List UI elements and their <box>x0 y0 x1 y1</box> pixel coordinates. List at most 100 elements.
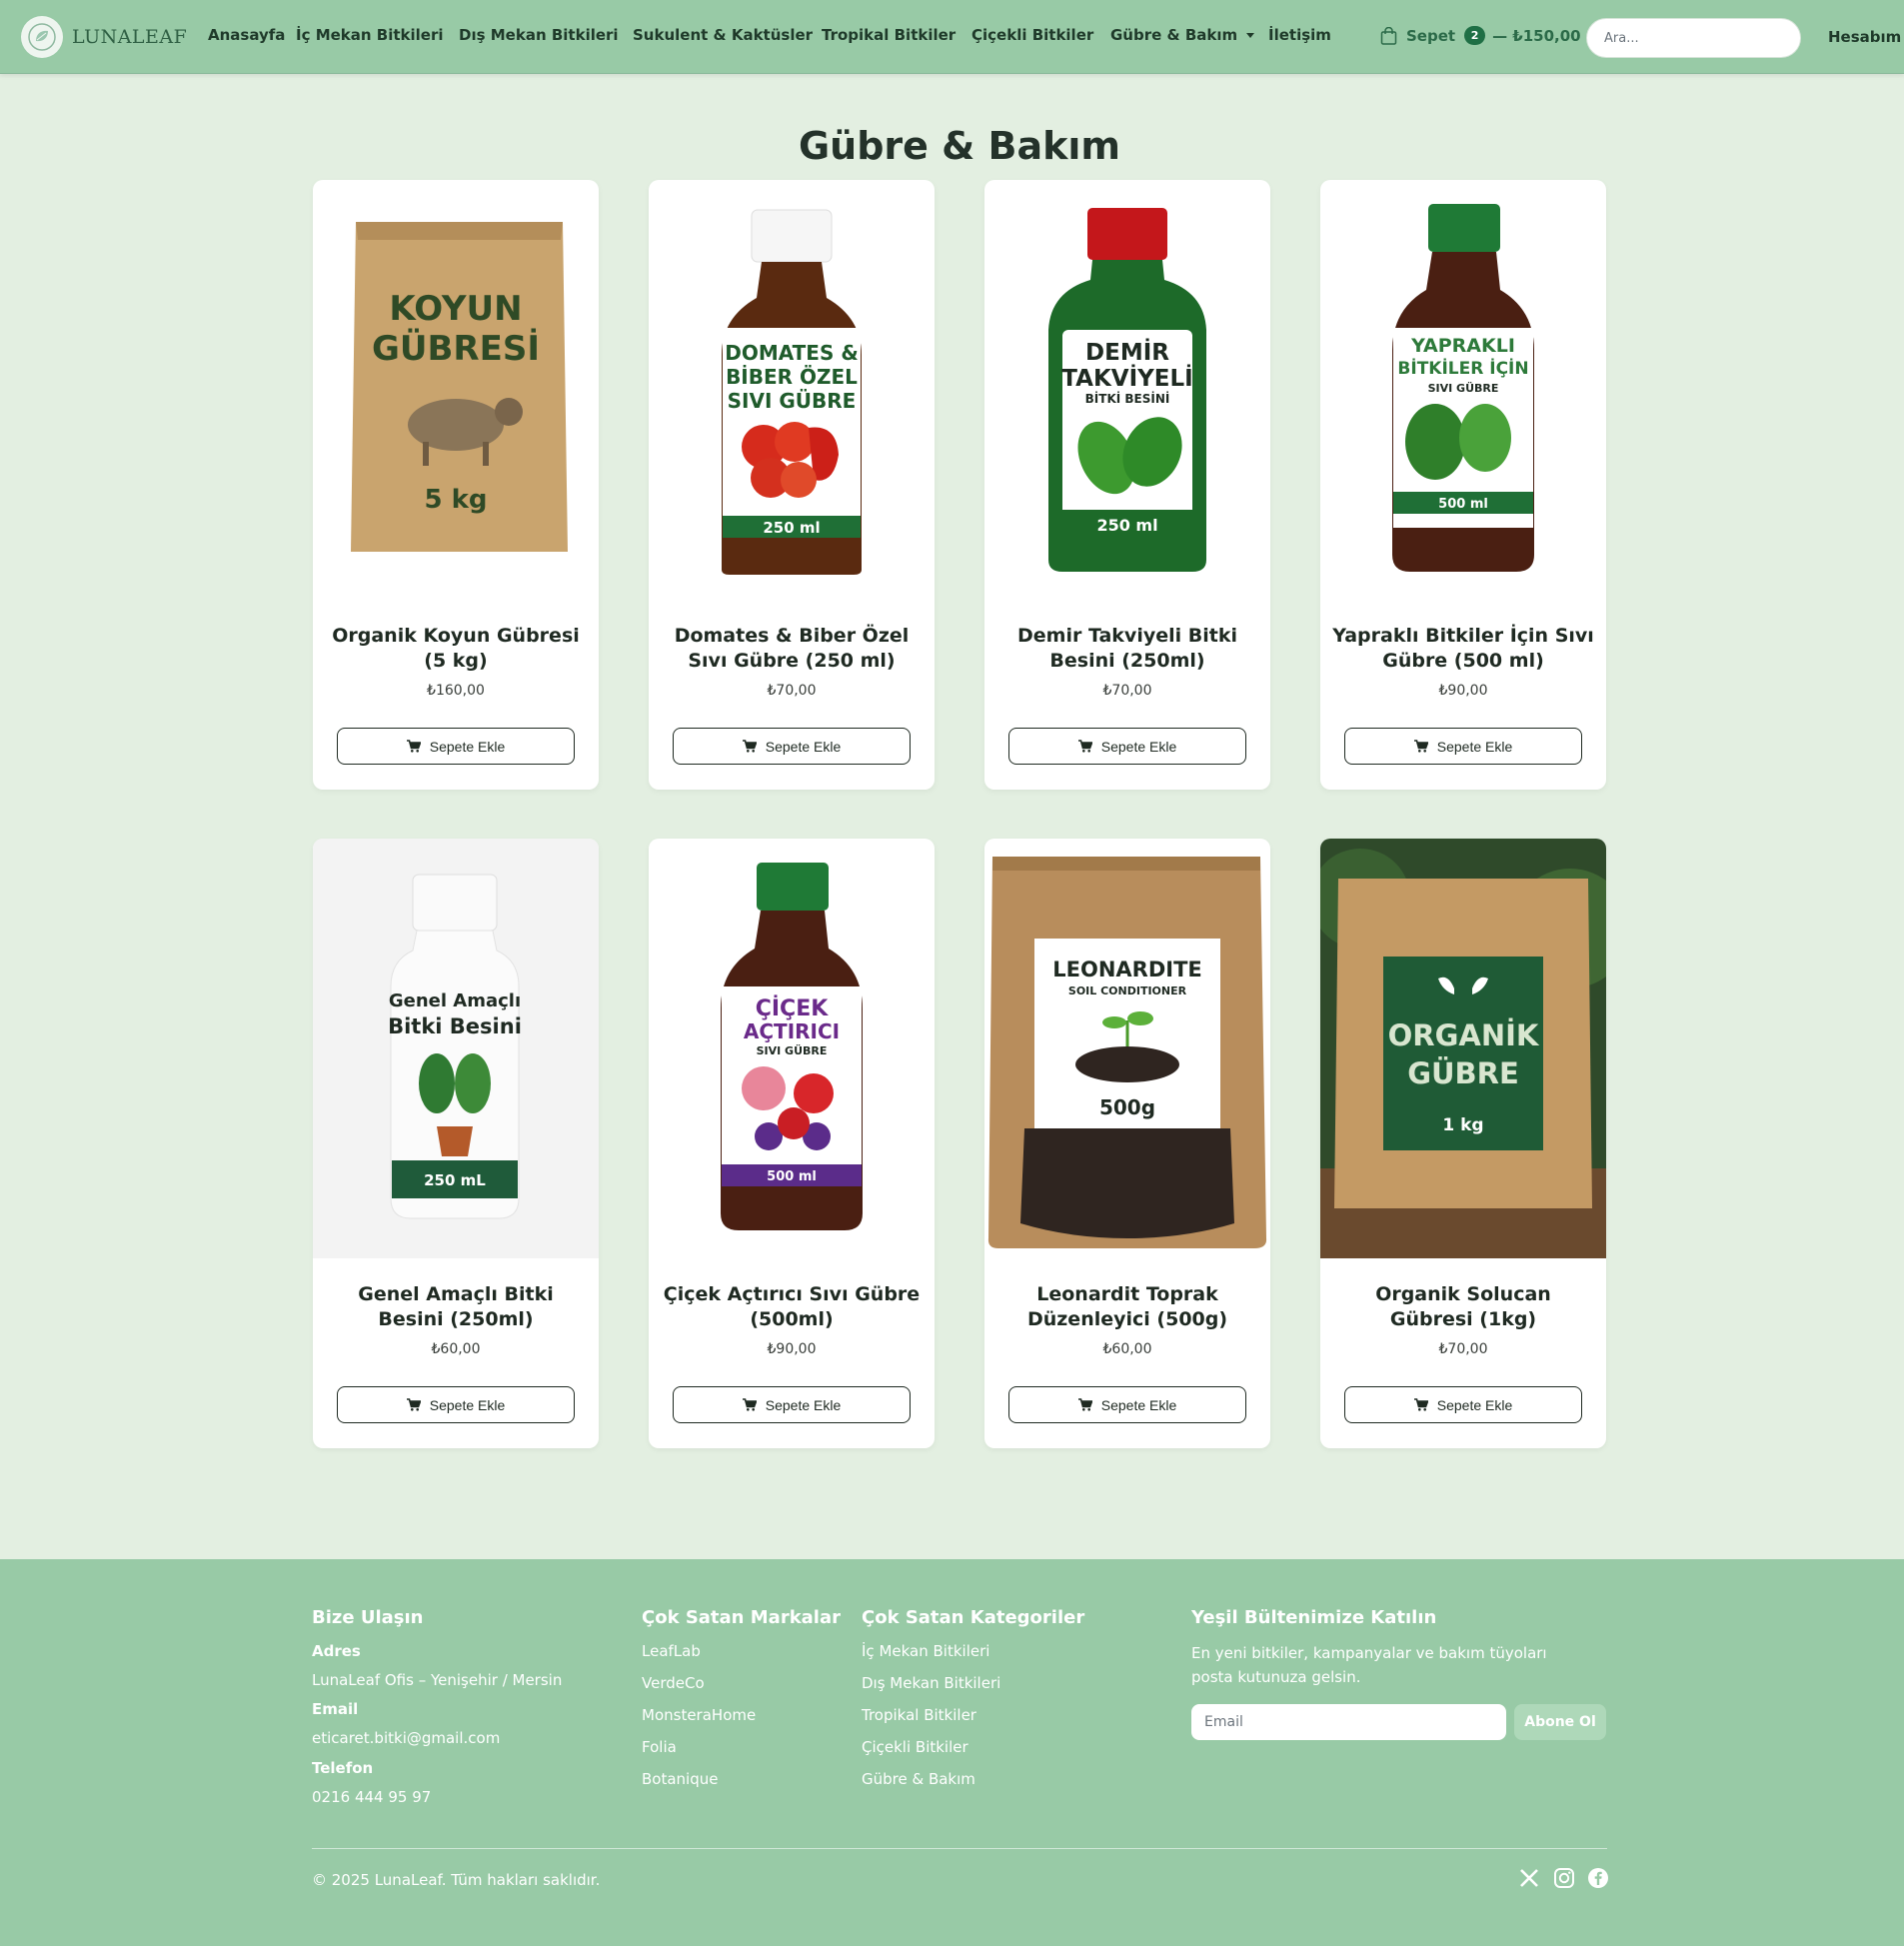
cart-button[interactable]: Sepet 2 — ₺150,00 <box>1380 26 1581 45</box>
brand-logo-link[interactable]: LUNALEAF <box>21 16 187 58</box>
cart-icon <box>1077 1398 1092 1411</box>
newsletter-email-input[interactable] <box>1191 1704 1506 1740</box>
product-image-title-1: LEONARDITE <box>1052 958 1202 981</box>
instagram-icon[interactable] <box>1553 1867 1575 1889</box>
footer-category-link[interactable]: Gübre & Bakım <box>862 1770 975 1788</box>
product-price: ₺90,00 <box>1438 683 1488 699</box>
product-image-title-1: DOMATES & <box>725 341 859 365</box>
add-to-cart-button[interactable]: Sepete Ekle <box>673 728 911 765</box>
add-to-cart-label: Sepete Ekle <box>765 1396 842 1413</box>
add-to-cart-button[interactable]: Sepete Ekle <box>673 1386 911 1423</box>
product-image-title-2: SOIL CONDITIONER <box>1068 984 1187 997</box>
cart-icon <box>1413 1398 1428 1411</box>
cart-icon <box>406 1398 421 1411</box>
add-to-cart-button[interactable]: Sepete Ekle <box>1344 728 1582 765</box>
product-name[interactable]: Organik Koyun Gübresi (5 kg) <box>325 624 587 674</box>
product-image-title-3: SIVI GÜBRE <box>1428 381 1499 395</box>
footer-category-link[interactable]: Çiçekli Bitkiler <box>862 1738 968 1756</box>
nav-outdoor-plants[interactable]: Dış Mekan Bitkileri <box>459 26 619 44</box>
product-name[interactable]: Leonardit Toprak Düzenleyici (500g) <box>996 1282 1258 1332</box>
cart-count-badge: 2 <box>1464 26 1486 45</box>
product-price: ₺60,00 <box>1102 1341 1152 1357</box>
add-to-cart-button[interactable]: Sepete Ekle <box>337 728 575 765</box>
footer-category-link[interactable]: İç Mekan Bitkileri <box>862 1642 989 1660</box>
footer-brand-link[interactable]: LeafLab <box>642 1642 701 1660</box>
footer-address: LunaLeaf Ofis – Yenişehir / Mersin <box>312 1671 563 1689</box>
search-input[interactable] <box>1586 18 1801 58</box>
product-image[interactable]: LEONARDITE SOIL CONDITIONER 500g <box>984 839 1270 1258</box>
cart-icon <box>742 1398 757 1411</box>
product-image-volume: 500 ml <box>1438 497 1488 512</box>
cart-total: — ₺150,00 <box>1492 26 1581 45</box>
product-card[interactable]: ÇİÇEK AÇTIRICI SIVI GÜBRE 500 ml Çiçek A… <box>649 839 935 1448</box>
cart-icon <box>406 740 421 753</box>
footer-category-link[interactable]: Tropikal Bitkiler <box>862 1706 976 1724</box>
product-image-volume: 500 ml <box>767 1169 817 1184</box>
add-to-cart-label: Sepete Ekle <box>1100 738 1177 755</box>
product-name[interactable]: Domates & Biber Özel Sıvı Gübre (250 ml) <box>661 624 923 674</box>
footer-brand-link[interactable]: Folia <box>642 1738 677 1756</box>
product-image-title-3: SIVI GÜBRE <box>757 1043 828 1057</box>
footer-address-label: Adres <box>312 1642 361 1660</box>
product-image-weight: 500g <box>1099 1095 1155 1119</box>
product-card[interactable]: YAPRAKLI BİTKİLER İÇİN SIVI GÜBRE 500 ml… <box>1320 180 1606 790</box>
x-twitter-icon[interactable] <box>1518 1867 1540 1889</box>
facebook-icon[interactable] <box>1587 1867 1609 1889</box>
product-image-title-3: SIVI GÜBRE <box>728 389 857 413</box>
footer-email-label: Email <box>312 1700 359 1718</box>
product-image[interactable]: Genel Amaçlı Bitki Besini 250 mL <box>313 839 599 1258</box>
add-to-cart-button[interactable]: Sepete Ekle <box>1344 1386 1582 1423</box>
nav-tropical-plants[interactable]: Tropikal Bitkiler <box>822 26 955 44</box>
shopping-bag-icon <box>1380 26 1397 45</box>
nav-fertilizer-care-dropdown[interactable]: Gübre & Bakım <box>1110 26 1255 44</box>
cart-icon <box>1413 740 1428 753</box>
product-image-title-1: ORGANİK <box>1388 1018 1540 1052</box>
footer-categories-title: Çok Satan Kategoriler <box>862 1607 1085 1628</box>
product-image[interactable]: ORGANİK GÜBRE 1 kg <box>1320 839 1606 1258</box>
account-link[interactable]: Hesabım <box>1828 28 1901 46</box>
subscribe-button[interactable]: Abone Ol <box>1514 1704 1606 1740</box>
site-footer: Bize Ulaşın Adres LunaLeaf Ofis – Yenişe… <box>0 1559 1904 1946</box>
page-title: Gübre & Bakım <box>798 124 1121 168</box>
footer-brand-link[interactable]: VerdeCo <box>642 1674 705 1692</box>
add-to-cart-label: Sepete Ekle <box>1436 738 1513 755</box>
product-image[interactable]: KOYUN GÜBRESİ 5 kg <box>313 180 599 600</box>
nav-flowering-plants[interactable]: Çiçekli Bitkiler <box>971 26 1093 44</box>
product-name[interactable]: Organik Solucan Gübresi (1kg) <box>1332 1282 1594 1332</box>
nav-succulents[interactable]: Sukulent & Kaktüsler <box>633 26 813 44</box>
footer-newsletter-title: Yeşil Bültenimize Katılın <box>1191 1607 1437 1628</box>
product-name[interactable]: Çiçek Açtırıcı Sıvı Gübre (500ml) <box>661 1282 923 1332</box>
footer-email-link[interactable]: eticaret.bitki@gmail.com <box>312 1729 500 1747</box>
product-card[interactable]: ORGANİK GÜBRE 1 kg Organik Solucan Gübre… <box>1320 839 1606 1448</box>
product-card[interactable]: LEONARDITE SOIL CONDITIONER 500g Leonard… <box>984 839 1270 1448</box>
product-image-title-2: GÜBRESİ <box>372 328 540 369</box>
product-card[interactable]: Genel Amaçlı Bitki Besini 250 mL Genel A… <box>313 839 599 1448</box>
product-image[interactable]: YAPRAKLI BİTKİLER İÇİN SIVI GÜBRE 500 ml <box>1320 180 1606 600</box>
product-card[interactable]: KOYUN GÜBRESİ 5 kg Organik Koyun Gübresi… <box>313 180 599 790</box>
footer-phone-link[interactable]: 0216 444 95 97 <box>312 1788 431 1806</box>
top-navbar: LUNALEAF Anasayfa İç Mekan Bitkileri Dış… <box>0 0 1904 74</box>
footer-brand-link[interactable]: MonsteraHome <box>642 1706 756 1724</box>
product-image-weight: 1 kg <box>1442 1115 1483 1135</box>
product-image-title-1: KOYUN <box>389 289 522 329</box>
product-card[interactable]: DEMİR TAKVİYELİ BİTKİ BESİNİ 250 ml Demi… <box>984 180 1270 790</box>
footer-category-link[interactable]: Dış Mekan Bitkileri <box>862 1674 1000 1692</box>
product-name[interactable]: Demir Takviyeli Bitki Besini (250ml) <box>996 624 1258 674</box>
product-image[interactable]: DOMATES & BİBER ÖZEL SIVI GÜBRE 250 ml <box>649 180 935 600</box>
add-to-cart-button[interactable]: Sepete Ekle <box>1008 728 1246 765</box>
product-image[interactable]: DEMİR TAKVİYELİ BİTKİ BESİNİ 250 ml <box>984 180 1270 600</box>
product-name[interactable]: Yapraklı Bitkiler İçin Sıvı Gübre (500 m… <box>1332 624 1594 674</box>
nav-indoor-plants[interactable]: İç Mekan Bitkileri <box>296 26 444 44</box>
add-to-cart-button[interactable]: Sepete Ekle <box>1008 1386 1246 1423</box>
product-name[interactable]: Genel Amaçlı Bitki Besini (250ml) <box>325 1282 587 1332</box>
add-to-cart-button[interactable]: Sepete Ekle <box>337 1386 575 1423</box>
footer-contact-title: Bize Ulaşın <box>312 1607 424 1628</box>
product-image-title-2: AÇTIRICI <box>744 1019 840 1043</box>
product-card[interactable]: DOMATES & BİBER ÖZEL SIVI GÜBRE 250 ml D… <box>649 180 935 790</box>
footer-brand-link[interactable]: Botanique <box>642 1770 718 1788</box>
nav-contact[interactable]: İletişim <box>1268 26 1331 44</box>
product-price: ₺70,00 <box>767 683 817 699</box>
product-image-title-1: DEMİR <box>1085 338 1169 366</box>
nav-home[interactable]: Anasayfa <box>208 26 285 44</box>
product-image[interactable]: ÇİÇEK AÇTIRICI SIVI GÜBRE 500 ml <box>649 839 935 1258</box>
